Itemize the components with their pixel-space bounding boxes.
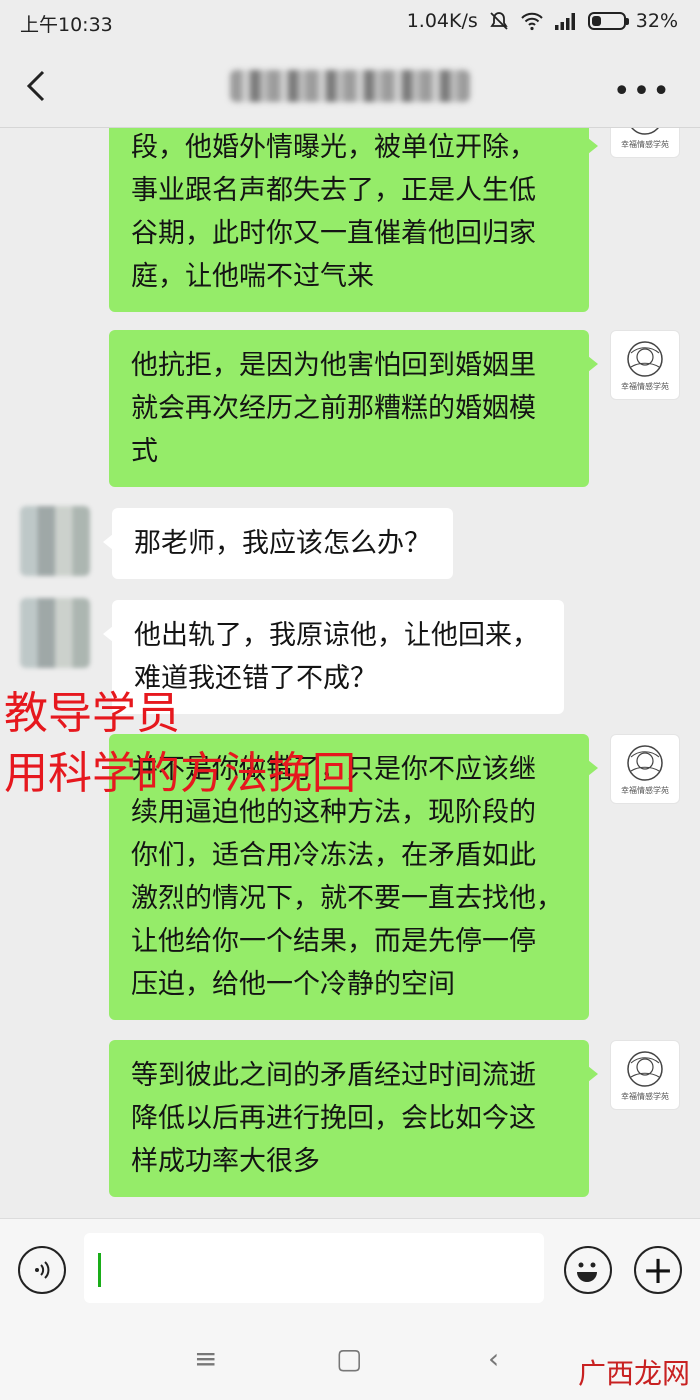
mute-icon <box>488 10 510 32</box>
input-bar: + <box>0 1218 700 1316</box>
message-text: 他抗拒，是因为他害怕回到婚姻里 就会再次经历之前那糟糕的婚姻模 式 <box>131 350 536 467</box>
message-bubble-sent[interactable]: 他抗拒，是因为他害怕回到婚姻里 就会再次经历之前那糟糕的婚姻模 式 <box>109 330 598 487</box>
avatar-other[interactable] <box>20 598 90 668</box>
message-text: 段，他婚外情曝光，被单位开除， 事业跟名声都失去了，正是人生低 谷期，此时你又一… <box>131 132 536 292</box>
emoji-button[interactable] <box>564 1246 612 1294</box>
status-time: 上午10:33 <box>20 14 113 36</box>
message-bubble-sent[interactable]: 等到彼此之间的矛盾经过时间流逝 降低以后再进行挽回，会比如今这 样成功率大很多 <box>109 1040 598 1197</box>
signal-icon <box>554 12 578 30</box>
chat-title: ██████████ <box>230 70 470 102</box>
title-bar: ██████████ ••• <box>0 44 700 128</box>
emoji-icon <box>577 1262 597 1282</box>
home-icon[interactable]: ▢ <box>336 1342 362 1375</box>
status-bar: 上午10:33 1.04K/s 32% <box>0 0 700 44</box>
voice-button[interactable] <box>18 1246 66 1294</box>
avatar-self[interactable]: 幸福情感学苑 <box>610 128 680 158</box>
avatar-self[interactable]: 幸福情感学苑 <box>610 330 680 400</box>
battery-fill <box>591 16 602 26</box>
menu-icon[interactable]: ≡ <box>194 1342 217 1375</box>
message-text: 他出轨了，我原谅他，让他回来， 难道我还错了不成？ <box>134 620 539 694</box>
avatar-caption: 幸福情感学苑 <box>621 139 669 149</box>
battery-icon <box>587 12 629 30</box>
overlay-caption-line1: 教导学员 <box>4 688 180 739</box>
plus-button[interactable]: + <box>634 1246 682 1294</box>
avatar-self[interactable]: 幸福情感学苑 <box>610 1040 680 1110</box>
message-input[interactable] <box>84 1233 544 1303</box>
message-bubble-received[interactable]: 那老师，我应该怎么办？ <box>103 508 453 579</box>
message-text: 那老师，我应该怎么办？ <box>134 528 431 559</box>
back-nav-icon[interactable]: ‹ <box>488 1342 499 1375</box>
overlay-caption-line2: 用科学的方法挽回 <box>4 748 356 799</box>
message-bubble-sent[interactable]: 段，他婚外情曝光，被单位开除， 事业跟名声都失去了，正是人生低 谷期，此时你又一… <box>109 128 598 312</box>
avatar-caption: 幸福情感学苑 <box>621 785 669 795</box>
wifi-icon <box>520 11 544 31</box>
logo-icon <box>627 340 663 377</box>
avatar-other[interactable] <box>20 506 90 576</box>
chevron-left-icon <box>26 70 45 102</box>
logo-icon <box>631 128 659 135</box>
avatar-self[interactable]: 幸福情感学苑 <box>610 734 680 804</box>
message-text: 等到彼此之间的矛盾经过时间流逝 降低以后再进行挽回，会比如今这 样成功率大很多 <box>131 1060 536 1177</box>
status-icons: 1.04K/s 32% <box>407 10 678 32</box>
logo-icon <box>627 744 663 781</box>
watermark: 广西龙网 <box>577 1357 690 1390</box>
logo-icon <box>627 1050 663 1087</box>
voice-icon <box>35 1261 50 1279</box>
chat-area[interactable]: 段，他婚外情曝光，被单位开除， 事业跟名声都失去了，正是人生低 谷期，此时你又一… <box>0 128 700 1218</box>
text-cursor <box>98 1253 101 1287</box>
network-speed: 1.04K/s <box>406 10 478 32</box>
back-button[interactable] <box>18 66 58 106</box>
avatar-caption: 幸福情感学苑 <box>621 1091 669 1101</box>
battery-percent: 32% <box>635 10 678 32</box>
more-button[interactable]: ••• <box>613 74 672 109</box>
nav-bar: ≡ ▢ ‹ 广西龙网 <box>0 1316 700 1400</box>
avatar-caption: 幸福情感学苑 <box>621 381 669 391</box>
